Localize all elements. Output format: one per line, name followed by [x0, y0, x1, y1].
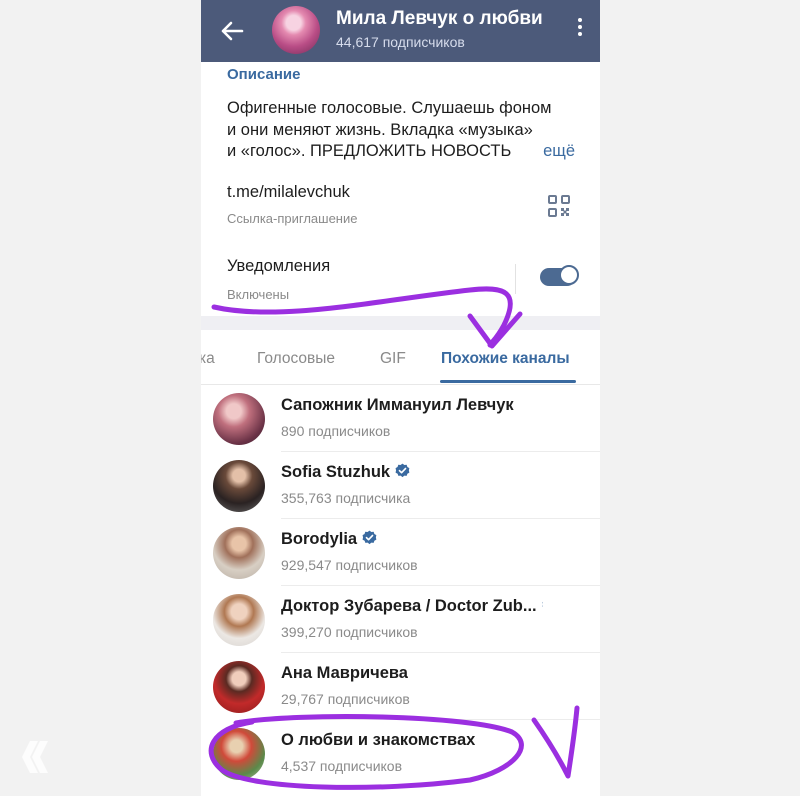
channel-name-text: Borodylia: [281, 530, 358, 548]
section-gap: [201, 316, 600, 330]
channel-subscribers: 355,763 подписчика: [281, 490, 411, 506]
channel-name: Сапожник Иммануил Левчук: [281, 396, 514, 414]
avatar: [213, 393, 265, 445]
show-more-link[interactable]: ещё: [539, 141, 575, 163]
channel-name-text: Доктор Зубарева / Doctor Zub...: [281, 597, 537, 615]
channel-subscribers: 929,547 подписчиков: [281, 557, 418, 573]
divider: [515, 264, 516, 294]
description-line: и они меняют жизнь. Вкладка «музыка»: [227, 120, 533, 139]
media-tabs: ка Голосовые GIF Похожие каналы: [201, 330, 600, 385]
avatar: [213, 460, 265, 512]
channel-subscribers: 29,767 подписчиков: [281, 691, 410, 707]
arrow-left-icon[interactable]: [215, 14, 249, 48]
channel-description: Офигенные голосовые. Слушаешь фоном и он…: [227, 98, 577, 163]
tab-similar-channels[interactable]: Похожие каналы: [441, 350, 570, 368]
invite-link[interactable]: t.me/milalevchuk: [227, 183, 350, 202]
channel-row[interactable]: Sofia Stuzhuk 355,763 подписчика: [201, 452, 600, 519]
description-line: Офигенные голосовые. Слушаешь фоном: [227, 99, 552, 117]
verified-badge-icon: [542, 601, 543, 607]
telegram-channel-info-screen: Мила Левчук о любви 44,617 подписчиков О…: [201, 0, 600, 796]
channel-subscribers: 4,537 подписчиков: [281, 758, 403, 774]
tab-gif[interactable]: GIF: [380, 350, 406, 368]
channel-row[interactable]: Доктор Зубарева / Doctor Zub... 399,270 …: [201, 586, 600, 653]
channel-name-text: Sofia Stuzhuk: [281, 463, 391, 481]
tab-music[interactable]: ка: [201, 350, 215, 368]
channel-row[interactable]: О любви и знакомствах 4,537 подписчиков: [201, 720, 600, 787]
channel-subscribers: 399,270 подписчиков: [281, 624, 418, 640]
channel-avatar[interactable]: [272, 6, 320, 54]
channel-subscriber-count: 44,617 подписчиков: [336, 34, 465, 50]
channel-subscribers: 890 подписчиков: [281, 423, 391, 439]
notifications-label: Уведомления: [227, 257, 331, 275]
toggle-knob: [559, 265, 579, 285]
active-tab-indicator: [440, 380, 576, 383]
qr-code-icon[interactable]: [547, 194, 571, 218]
channel-name: Доктор Зубарева / Doctor Zub...: [281, 597, 543, 616]
channel-name: Sofia Stuzhuk: [281, 463, 410, 482]
watermark-logo-icon: [22, 741, 48, 773]
notifications-toggle[interactable]: [540, 265, 579, 286]
channel-name: Borodylia: [281, 530, 377, 549]
app-header: Мила Левчук о любви 44,617 подписчиков: [201, 0, 600, 62]
avatar: [213, 527, 265, 579]
channel-row[interactable]: Ана Мавричева 29,767 подписчиков: [201, 653, 600, 720]
avatar: [213, 728, 265, 780]
channel-row[interactable]: Borodylia 929,547 подписчиков: [201, 519, 600, 586]
notifications-status: Включены: [227, 287, 290, 302]
tab-voice[interactable]: Голосовые: [257, 350, 335, 368]
description-line: и «голос». ПРЕДЛОЖИТЬ НОВОСТЬ: [227, 142, 512, 160]
channel-title: Мила Левчук о любви: [336, 8, 543, 29]
verified-badge-icon: [395, 463, 410, 478]
avatar: [213, 594, 265, 646]
avatar: [213, 661, 265, 713]
verified-badge-icon: [362, 530, 377, 545]
description-label: Описание: [227, 66, 301, 83]
channel-name: О любви и знакомствах: [281, 731, 476, 749]
similar-channels-list: Сапожник Иммануил Левчук 890 подписчиков…: [201, 385, 600, 787]
invite-link-caption: Ссылка-приглашение: [227, 211, 358, 226]
channel-row[interactable]: Сапожник Иммануил Левчук 890 подписчиков: [201, 385, 600, 452]
channel-name: Ана Мавричева: [281, 664, 408, 682]
more-vertical-icon[interactable]: [576, 18, 584, 42]
